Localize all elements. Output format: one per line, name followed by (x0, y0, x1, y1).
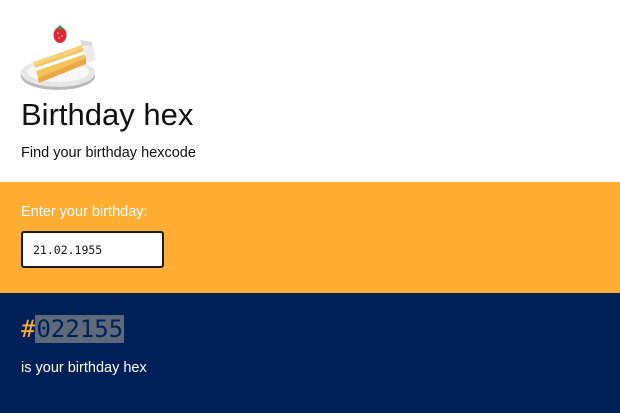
hex-result: #022155 (21, 314, 125, 344)
birthday-input[interactable] (21, 231, 164, 268)
hex-value[interactable]: 022155 (35, 315, 125, 343)
result-section: #022155 is your birthday hex (0, 293, 620, 413)
header-section: Birthday hex Find your birthday hexcode (0, 0, 620, 182)
birthday-input-label: Enter your birthday: (21, 204, 148, 220)
page-subtitle: Find your birthday hexcode (21, 145, 196, 161)
birthday-cake-icon (21, 25, 96, 90)
birthday-hex-page: Birthday hex Find your birthday hexcode … (0, 0, 620, 413)
hex-hash-symbol: # (21, 315, 36, 343)
page-title: Birthday hex (21, 97, 194, 132)
birthday-input-section: Enter your birthday: (0, 182, 620, 293)
result-caption: is your birthday hex (21, 360, 147, 376)
